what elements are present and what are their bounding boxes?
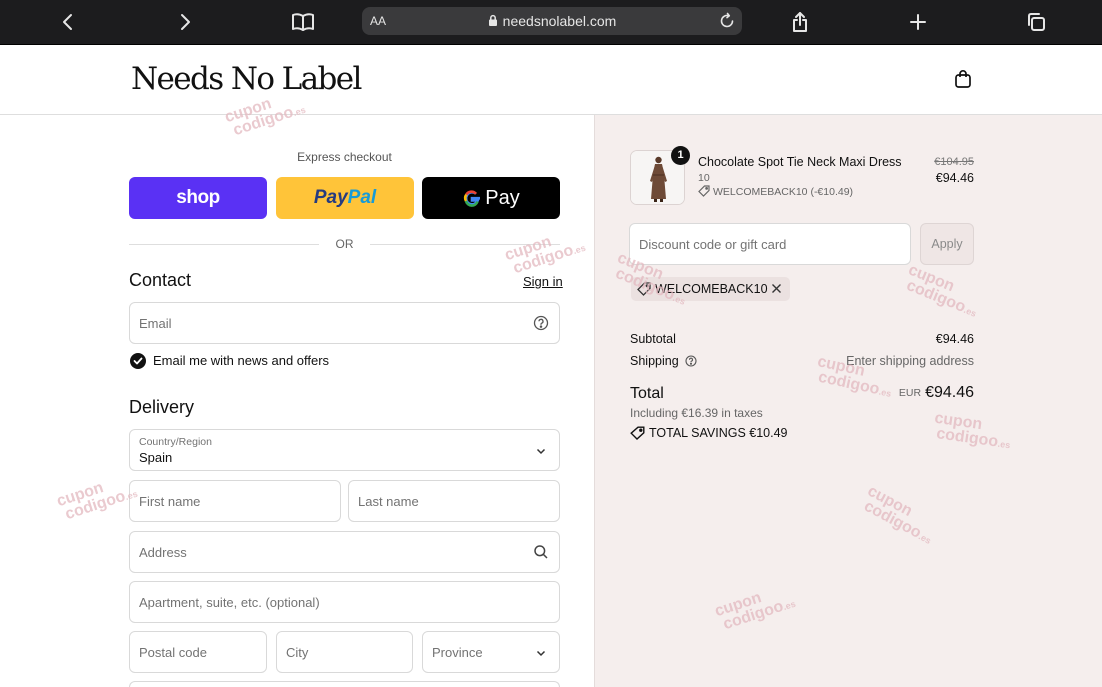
- site-header: Needs No Label: [0, 45, 1102, 115]
- province-select[interactable]: Province: [422, 631, 560, 673]
- express-checkout-label: Express checkout: [297, 150, 392, 164]
- country-select[interactable]: Country/Region Spain: [129, 429, 560, 471]
- newsletter-checkbox[interactable]: [130, 353, 146, 369]
- google-pay-button[interactable]: Pay: [422, 177, 560, 219]
- watermark: cupon codigoo.es: [54, 479, 139, 524]
- chevron-down-icon: [536, 448, 546, 455]
- tag-icon: [698, 185, 710, 197]
- city-field[interactable]: City: [276, 631, 413, 673]
- bookmarks-button[interactable]: [288, 8, 318, 36]
- address-field[interactable]: Address: [129, 531, 560, 573]
- forward-button[interactable]: [170, 8, 200, 36]
- postal-code-field[interactable]: Postal code: [129, 631, 267, 673]
- help-circle-icon[interactable]: [533, 315, 549, 331]
- apartment-field[interactable]: Apartment, suite, etc. (optional): [129, 581, 560, 623]
- book-icon: [292, 13, 314, 31]
- reload-icon[interactable]: [718, 12, 736, 30]
- shipping-label-row: Shipping: [630, 354, 697, 368]
- quantity-badge: 1: [671, 146, 690, 165]
- cart-button[interactable]: [954, 69, 972, 94]
- total-value-row: EUR €94.46: [899, 384, 974, 402]
- product-variant: 10: [698, 172, 710, 184]
- tabs-icon: [1028, 13, 1045, 31]
- shop-pay-button[interactable]: shop: [129, 177, 267, 219]
- total-savings: TOTAL SAVINGS €10.49: [630, 426, 788, 440]
- chevron-left-icon: [63, 14, 72, 30]
- apply-discount-button[interactable]: Apply: [920, 223, 974, 265]
- applied-discount-chip: WELCOMEBACK10: [631, 277, 790, 301]
- last-name-field[interactable]: Last name: [348, 480, 560, 522]
- back-button[interactable]: [53, 8, 83, 36]
- tag-icon: [630, 426, 645, 440]
- currency-code: EUR: [898, 387, 922, 399]
- product-name: Chocolate Spot Tie Neck Maxi Dress: [698, 155, 902, 169]
- total-label: Total: [630, 385, 664, 402]
- tag-icon: [637, 282, 651, 296]
- newsletter-label[interactable]: Email me with news and offers: [153, 353, 329, 368]
- help-circle-icon[interactable]: [685, 355, 697, 367]
- checkmark-icon: [133, 357, 143, 365]
- contact-heading: Contact: [129, 270, 192, 290]
- total-value: €94.46: [925, 384, 974, 401]
- url-display: needsnolabel.com: [362, 13, 742, 29]
- item-discount: WELCOMEBACK10 (-€10.49): [698, 185, 853, 198]
- discount-code-input[interactable]: Discount code or gift card: [629, 223, 911, 265]
- lock-icon: [488, 14, 497, 26]
- first-name-field[interactable]: First name: [129, 480, 341, 522]
- new-tab-button[interactable]: [903, 8, 933, 36]
- shipping-value: Enter shipping address: [846, 354, 974, 368]
- tax-note: Including €16.39 in taxes: [630, 406, 763, 420]
- tabs-overview-button[interactable]: [1021, 8, 1051, 36]
- chevron-right-icon: [181, 14, 190, 30]
- url-bar[interactable]: AA needsnolabel.com: [362, 7, 742, 35]
- shipping-label: Shipping: [630, 354, 679, 368]
- close-icon[interactable]: [771, 283, 782, 294]
- google-logo-icon: [464, 190, 481, 207]
- share-icon: [793, 12, 807, 32]
- original-price: €104.95: [934, 156, 974, 168]
- subtotal-value: €94.46: [935, 332, 974, 346]
- watermark: cupon codigoo.es: [502, 233, 587, 278]
- delivery-heading: Delivery: [129, 397, 195, 417]
- browser-toolbar: AA needsnolabel.com: [0, 0, 1102, 45]
- plus-icon: [910, 14, 926, 30]
- next-field[interactable]: [129, 681, 560, 687]
- chevron-down-icon: [536, 650, 546, 657]
- paypal-button[interactable]: Pay Pal: [276, 177, 414, 219]
- subtotal-label: Subtotal: [630, 332, 676, 346]
- shopping-bag-icon: [955, 70, 971, 88]
- search-icon: [534, 545, 548, 559]
- discounted-price: €94.46: [935, 171, 974, 185]
- store-logo[interactable]: Needs No Label: [131, 61, 362, 97]
- share-button[interactable]: [785, 8, 815, 36]
- email-field[interactable]: Email: [129, 302, 560, 344]
- or-divider: OR: [129, 236, 560, 252]
- sign-in-link[interactable]: Sign in: [523, 274, 563, 289]
